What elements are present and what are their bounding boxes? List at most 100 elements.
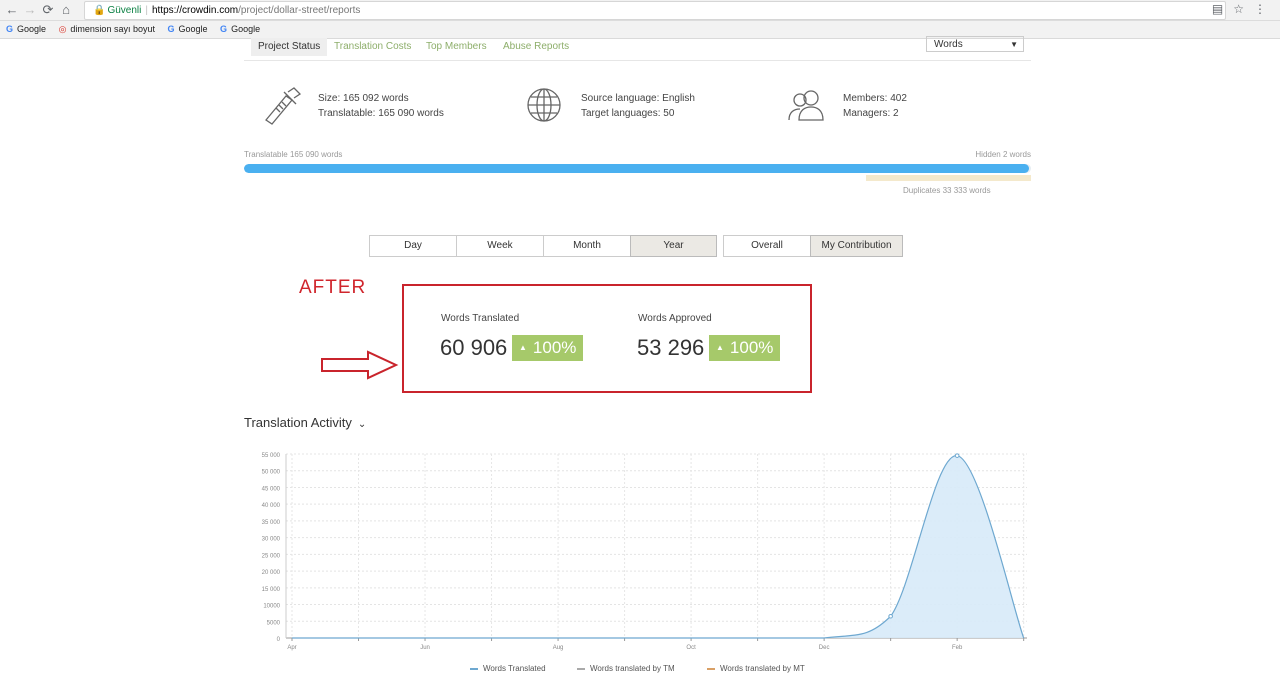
bookmark-site-icon: ◎ [58, 24, 67, 34]
y-tick-label: 15 000 [262, 587, 281, 593]
caret-down-icon: ▼ [1010, 40, 1018, 49]
scope-my-contribution-button[interactable]: My Contribution [810, 235, 903, 257]
scope-overall-button[interactable]: Overall [723, 235, 811, 257]
y-tick-label: 55 000 [262, 453, 281, 459]
address-separator: | [145, 5, 148, 16]
metric-value-translated: 60 906 [440, 335, 508, 360]
bookmark-dimension[interactable]: ◎ dimension sayı boyut [59, 21, 155, 38]
data-point [888, 613, 893, 619]
bookmark-label: Google [178, 24, 208, 34]
url-path: /project/dollar-street/reports [238, 5, 361, 16]
bookmarks-bar: G Google ◎ dimension sayı boyut G Google GG… [0, 21, 1280, 39]
tab-top-members[interactable]: Top Members [426, 38, 487, 56]
y-tick-label: 20 000 [262, 570, 281, 576]
y-tick-label: 45 000 [262, 486, 281, 492]
y-tick-label: 25 000 [262, 553, 281, 559]
tab-project-status[interactable]: Project Status [251, 38, 328, 56]
period-month-button[interactable]: Month [543, 235, 631, 257]
bookmark-google-2[interactable]: G Google [167, 21, 207, 38]
y-tick-label: 50 000 [262, 470, 281, 476]
chevron-down-icon: ⌄ [357, 419, 367, 430]
home-icon[interactable]: ⌂ [58, 2, 74, 18]
period-day-button[interactable]: Day [369, 235, 457, 257]
back-icon[interactable]: ← [4, 2, 20, 18]
bookmark-google-1[interactable]: G Google [6, 21, 46, 38]
legend-swatch [707, 667, 715, 670]
y-tick-label: 35 000 [262, 520, 281, 526]
y-tick-label: 30 000 [262, 537, 281, 543]
language-stats: Source language: English Target language… [581, 91, 695, 121]
unit-select-value: Words [934, 39, 963, 50]
period-week-button[interactable]: Week [456, 235, 544, 257]
metric-value-approved: 53 296 [637, 335, 705, 360]
series-area-words-translated [292, 455, 1024, 638]
url-host: https://crowdin.com [151, 5, 239, 16]
legend-swatch [577, 667, 585, 670]
google-icon: G [6, 24, 14, 34]
member-stats: Members: 402 Managers: 2 [843, 91, 907, 121]
menu-icon[interactable]: ⋮ [1254, 2, 1266, 16]
members-text: Members: 402 [843, 93, 907, 104]
address-bar[interactable]: 🔒 Güvenli | https://crowdin.com/project/dol… [84, 1, 1226, 20]
translation-activity-chart: 0 5000 10000 15 000 20 000 25 000 30 000 35 000… [262, 453, 1027, 651]
hidden-label: Hidden 2 words [975, 150, 1031, 159]
arrow-right-icon [321, 350, 399, 380]
x-tick-label: Feb [952, 645, 963, 651]
star-icon[interactable]: ☆ [1233, 2, 1244, 16]
tab-translation-costs[interactable]: Translation Costs [334, 38, 411, 56]
google-icon: G [167, 24, 175, 34]
secure-label: Güvenli [107, 5, 142, 16]
metric-badge-approved: ▲ 100% [709, 335, 781, 361]
globe-icon [527, 88, 561, 122]
progress-fill [244, 164, 1029, 173]
legend-item-mt[interactable]: Words translated by MT [707, 664, 805, 673]
legend-item-tm[interactable]: Words translated by TM [577, 664, 675, 673]
lock-icon: 🔒 [93, 5, 106, 16]
triangle-up-icon: ▲ [519, 343, 527, 352]
google-icon: G [220, 24, 228, 34]
calipers-icon [265, 87, 302, 125]
metric-label-approved: Words Approved [638, 313, 712, 324]
period-year-button[interactable]: Year [630, 235, 717, 257]
target-languages-text: Target languages: 50 [581, 108, 675, 119]
legend-label: Words translated by TM [590, 664, 675, 673]
bookmark-label: Google [17, 24, 47, 34]
activity-title-text: Translation Activity [244, 415, 352, 430]
report-tabs: Project Status Translation Costs Top Mem… [244, 38, 1031, 61]
data-point [954, 453, 960, 458]
legend-item-translated[interactable]: Words Translated [470, 664, 546, 673]
forward-icon[interactable]: → [22, 2, 38, 18]
metric-label-translated: Words Translated [441, 313, 520, 324]
duplicates-label: Duplicates 33 333 words [903, 186, 991, 195]
unit-select[interactable]: Words ▼ [926, 36, 1024, 52]
browser-toolbar: ← → ⟳ ⌂ 🔒 Güvenli | https://crowdin.com/pro… [0, 0, 1280, 21]
tab-abuse-reports[interactable]: Abuse Reports [503, 38, 569, 56]
legend-label: Words translated by MT [720, 664, 805, 673]
x-tick-label: Oct [686, 645, 696, 651]
x-tick-label: Dec [819, 645, 830, 651]
bookmark-google-3[interactable]: G Google [220, 21, 260, 38]
size-text: Size: 165 092 words [318, 93, 409, 104]
source-language-text: Source language: English [581, 93, 695, 104]
bookmark-label: dimension sayı boyut [70, 24, 155, 34]
y-tick-label: 0 [277, 637, 281, 643]
reload-icon[interactable]: ⟳ [40, 2, 56, 18]
badge-text: 100% [532, 338, 577, 357]
size-stats: Size: 165 092 words Translatable: 165 09… [318, 91, 444, 121]
x-tick-label: Jun [420, 645, 430, 651]
translatable-progress-bar [244, 164, 1031, 173]
browser-actions: ▤ ☆ ⋮ [1202, 2, 1266, 16]
x-tick-label: Aug [553, 645, 564, 651]
activity-title[interactable]: Translation Activity ⌄ [244, 415, 366, 430]
legend-label: Words Translated [483, 664, 546, 673]
translatable-text: Translatable: 165 090 words [318, 108, 444, 119]
legend-swatch [470, 667, 478, 670]
triangle-up-icon: ▲ [716, 343, 724, 352]
x-tick-label: Apr [287, 645, 296, 651]
duplicates-bar [866, 175, 1031, 181]
translate-icon[interactable]: ▤ [1212, 2, 1223, 16]
y-tick-label: 10000 [263, 604, 280, 610]
bookmark-label: Google [231, 24, 261, 34]
metric-badge-translated: ▲ 100% [512, 335, 584, 361]
managers-text: Managers: 2 [843, 108, 899, 119]
